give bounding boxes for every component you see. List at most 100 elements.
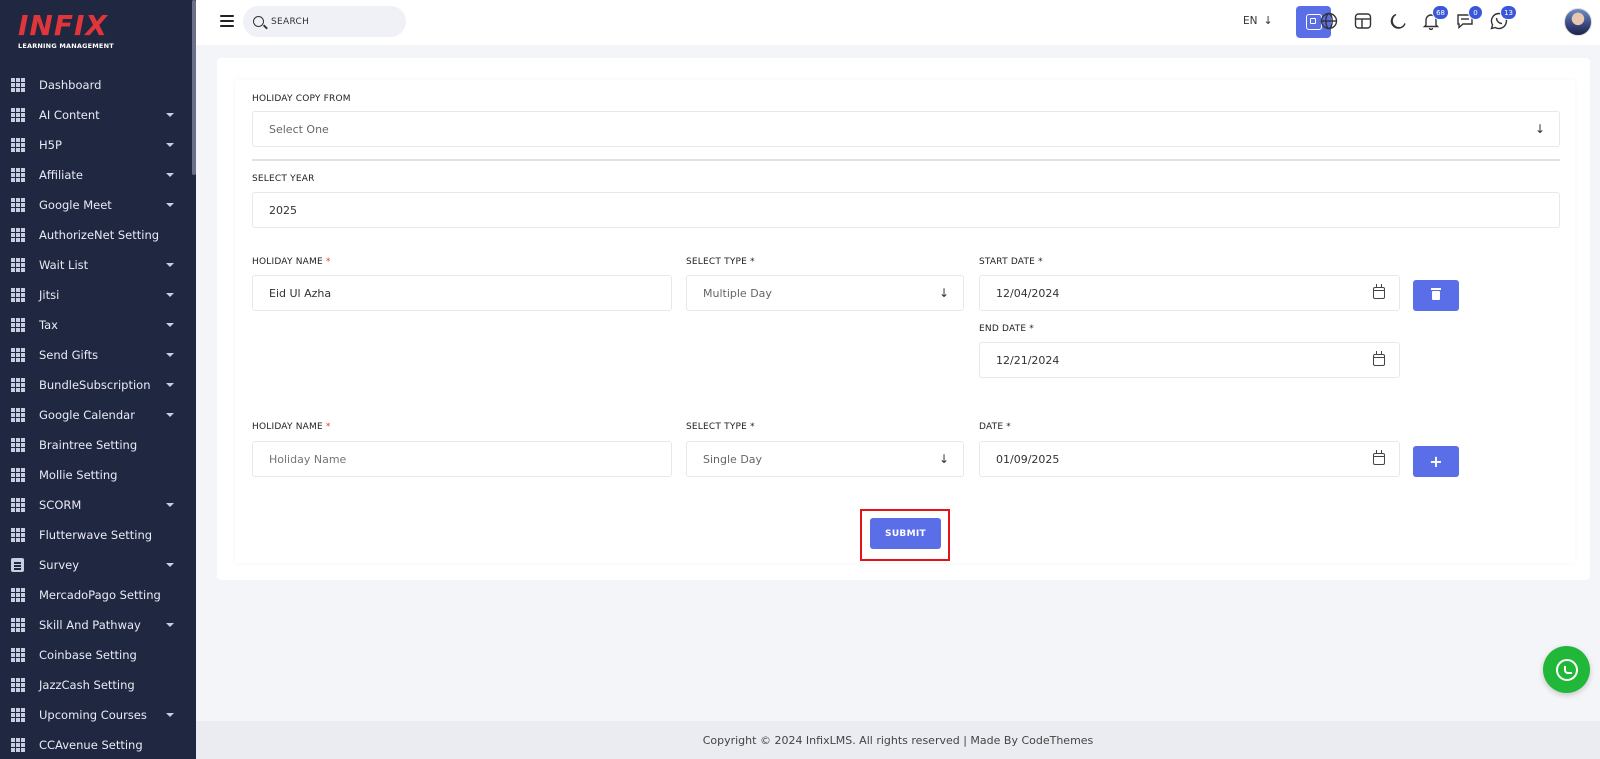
sidebar-item-label: Survey bbox=[39, 558, 80, 572]
grid-icon bbox=[11, 138, 26, 152]
calendar-icon[interactable] bbox=[1373, 284, 1385, 299]
sidebar-item-authorizenet-setting[interactable]: AuthorizeNet Setting bbox=[0, 220, 192, 250]
date-label-text: DATE bbox=[979, 422, 1004, 432]
sidebar-item-label: CCAvenue Setting bbox=[39, 738, 143, 752]
start-date-input[interactable]: 12/04/2024 bbox=[979, 275, 1400, 311]
sidebar-item-label: Mollie Setting bbox=[39, 468, 118, 482]
copyright-text: Copyright © 2024 InfixLMS. All rights re… bbox=[702, 733, 1094, 747]
sidebar-item-coinbase-setting[interactable]: Coinbase Setting bbox=[0, 640, 192, 670]
arrow-down-icon: ↓ bbox=[938, 452, 949, 466]
sidebar-item-flutterwave-setting[interactable]: Flutterwave Setting bbox=[0, 520, 192, 550]
moon-icon[interactable] bbox=[1389, 12, 1407, 30]
holiday-name-label-text: HOLIDAY NAME bbox=[252, 422, 323, 432]
calendar-icon[interactable] bbox=[1373, 450, 1385, 465]
sidebar-item-label: H5P bbox=[39, 138, 62, 152]
messages-button[interactable]: 0 bbox=[1456, 5, 1483, 30]
select-type-dropdown[interactable]: Multiple Day ↓ bbox=[686, 275, 964, 311]
select-type-label: SELECT TYPE * bbox=[686, 257, 755, 267]
sidebar-item-mercadopago-setting[interactable]: MercadoPago Setting bbox=[0, 580, 192, 610]
menu-toggle-icon[interactable] bbox=[220, 15, 234, 27]
avatar[interactable] bbox=[1564, 8, 1592, 36]
sidebar-item-label: Flutterwave Setting bbox=[39, 528, 153, 542]
sidebar-item-jitsi[interactable]: Jitsi bbox=[0, 280, 192, 310]
grid-icon bbox=[11, 468, 26, 482]
sidebar-item-dashboard[interactable]: Dashboard bbox=[0, 70, 192, 100]
sidebar-item-bundlesubscription[interactable]: BundleSubscription bbox=[0, 370, 192, 400]
sidebar: INFIX LEARNING MANAGEMENT Dashboard AI Co… bbox=[0, 0, 196, 759]
search-box[interactable] bbox=[243, 6, 406, 37]
delete-row-button[interactable] bbox=[1413, 280, 1459, 311]
layout-icon[interactable] bbox=[1354, 12, 1372, 30]
select-type-label-2: SELECT TYPE * bbox=[686, 422, 755, 432]
whatsapp-chat-button[interactable] bbox=[1543, 646, 1590, 693]
sidebar-item-survey[interactable]: Survey bbox=[0, 550, 192, 580]
holiday-name-label: HOLIDAY NAME * bbox=[252, 257, 331, 267]
sidebar-item-label: Send Gifts bbox=[39, 348, 99, 362]
search-input[interactable] bbox=[271, 16, 391, 27]
sidebar-item-ccavenue-setting[interactable]: CCAvenue Setting bbox=[0, 730, 192, 759]
sidebar-item-mollie-setting[interactable]: Mollie Setting bbox=[0, 460, 192, 490]
end-date-input[interactable]: 12/21/2024 bbox=[979, 342, 1400, 378]
grid-icon bbox=[11, 738, 26, 752]
holiday-name-input-2[interactable] bbox=[252, 441, 672, 477]
end-date-value: 12/21/2024 bbox=[996, 353, 1060, 367]
date-label: DATE * bbox=[979, 422, 1011, 432]
grid-icon bbox=[11, 378, 26, 392]
grid-icon bbox=[11, 708, 26, 722]
end-date-label: END DATE * bbox=[979, 324, 1034, 334]
sidebar-item-google-calendar[interactable]: Google Calendar bbox=[0, 400, 192, 430]
logo-text: INFIX bbox=[18, 9, 108, 42]
select-year-value: 2025 bbox=[269, 203, 297, 217]
document-icon bbox=[11, 558, 24, 572]
sidebar-item-ai-content[interactable]: AI Content bbox=[0, 100, 192, 130]
messages-badge: 0 bbox=[1468, 5, 1483, 20]
sidebar-item-upcoming-courses[interactable]: Upcoming Courses bbox=[0, 700, 192, 730]
notifications-button[interactable]: 68 bbox=[1422, 5, 1449, 31]
sidebar-item-skill-and-pathway[interactable]: Skill And Pathway bbox=[0, 610, 192, 640]
sidebar-item-braintree-setting[interactable]: Braintree Setting bbox=[0, 430, 192, 460]
submit-button[interactable]: SUBMIT bbox=[870, 518, 941, 549]
start-date-label-text: START DATE bbox=[979, 257, 1036, 267]
sidebar-item-label: Braintree Setting bbox=[39, 438, 138, 452]
required-mark: * bbox=[750, 422, 755, 432]
copy-from-select[interactable]: Select One ↓ bbox=[252, 111, 1560, 147]
caret-down-icon bbox=[166, 173, 174, 177]
caret-down-icon bbox=[166, 713, 174, 717]
sidebar-item-scorm[interactable]: SCORM bbox=[0, 490, 192, 520]
footer: Copyright © 2024 InfixLMS. All rights re… bbox=[196, 721, 1600, 759]
grid-icon bbox=[11, 228, 26, 242]
whatsapp-header-button[interactable]: 13 bbox=[1490, 5, 1517, 30]
required-mark: * bbox=[325, 422, 331, 432]
sidebar-item-label: Google Calendar bbox=[39, 408, 135, 422]
calendar-icon[interactable] bbox=[1373, 351, 1385, 366]
select-type-dropdown-2[interactable]: Single Day ↓ bbox=[686, 441, 964, 477]
add-row-button[interactable]: + bbox=[1413, 446, 1459, 477]
grid-icon bbox=[11, 438, 26, 452]
select-year-field[interactable]: 2025 bbox=[252, 192, 1560, 228]
start-date-value: 12/04/2024 bbox=[996, 286, 1060, 300]
holiday-name-label-text: HOLIDAY NAME bbox=[252, 257, 323, 267]
date-input[interactable]: 01/09/2025 bbox=[979, 441, 1400, 477]
arrow-down-icon: ↓ bbox=[938, 286, 949, 300]
sidebar-item-google-meet[interactable]: Google Meet bbox=[0, 190, 192, 220]
sidebar-item-label: BundleSubscription bbox=[39, 378, 151, 392]
language-label: EN bbox=[1243, 14, 1258, 27]
sidebar-item-label: Wait List bbox=[39, 258, 89, 272]
sidebar-item-wait-list[interactable]: Wait List bbox=[0, 250, 192, 280]
logo[interactable]: INFIX LEARNING MANAGEMENT bbox=[18, 12, 178, 56]
sidebar-item-jazzcash-setting[interactable]: JazzCash Setting bbox=[0, 670, 192, 700]
sidebar-item-affiliate[interactable]: Affiliate bbox=[0, 160, 192, 190]
copy-from-label: HOLIDAY COPY FROM bbox=[252, 94, 351, 104]
globe-icon[interactable] bbox=[1320, 12, 1338, 30]
grid-icon bbox=[11, 678, 26, 692]
caret-down-icon bbox=[166, 143, 174, 147]
required-mark: * bbox=[750, 257, 755, 267]
sidebar-item-send-gifts[interactable]: Send Gifts bbox=[0, 340, 192, 370]
language-selector[interactable]: EN ↓ bbox=[1243, 14, 1273, 27]
sidebar-item-h5p[interactable]: H5P bbox=[0, 130, 192, 160]
sidebar-item-label: Dashboard bbox=[39, 78, 102, 92]
sidebar-item-tax[interactable]: Tax bbox=[0, 310, 192, 340]
holiday-name-input[interactable]: Eid Ul Azha bbox=[252, 275, 672, 311]
end-date-label-text: END DATE bbox=[979, 324, 1027, 334]
grid-icon bbox=[11, 108, 26, 122]
